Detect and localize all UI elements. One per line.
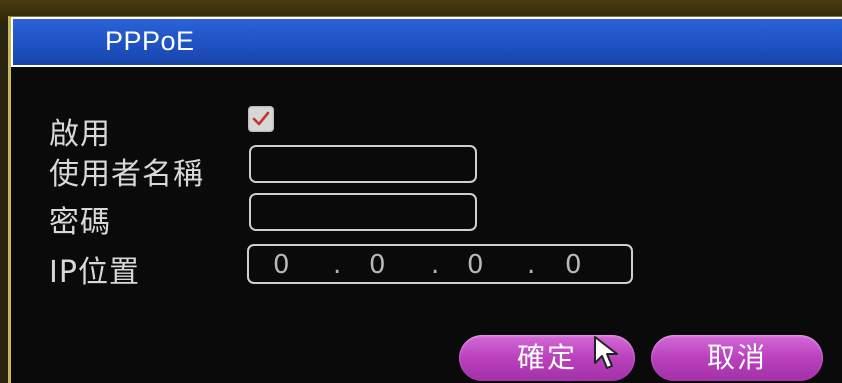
ip-separator: . xyxy=(333,250,342,280)
enable-label: 啟用 xyxy=(49,117,111,152)
password-field[interactable] xyxy=(249,193,477,231)
ip-address-label: IP位置 xyxy=(49,255,140,290)
checkmark-icon xyxy=(252,111,270,126)
ip-address-field[interactable]: 0 . 0 . 0 . 0 xyxy=(247,244,633,284)
dialog-title: PPPoE xyxy=(105,26,195,56)
mouse-pointer-icon xyxy=(594,336,618,369)
ip-separator: . xyxy=(527,250,536,280)
username-field[interactable] xyxy=(249,145,477,183)
ip-separator: . xyxy=(431,250,440,280)
password-label: 密碼 xyxy=(49,205,111,240)
pppoe-dialog: PPPoE 啟用 使用者名稱 密碼 IP位置 0 . 0 . 0 . 0 確定 … xyxy=(8,16,842,383)
dialog-titlebar: PPPoE xyxy=(11,17,842,67)
ip-octet-3[interactable]: 0 xyxy=(467,250,484,280)
ip-octet-4[interactable]: 0 xyxy=(565,250,582,280)
cancel-button[interactable]: 取消 xyxy=(651,335,823,381)
ip-octet-1[interactable]: 0 xyxy=(273,250,290,280)
enable-checkbox[interactable] xyxy=(248,106,274,132)
ip-octet-2[interactable]: 0 xyxy=(369,250,386,280)
username-label: 使用者名稱 xyxy=(49,157,204,192)
